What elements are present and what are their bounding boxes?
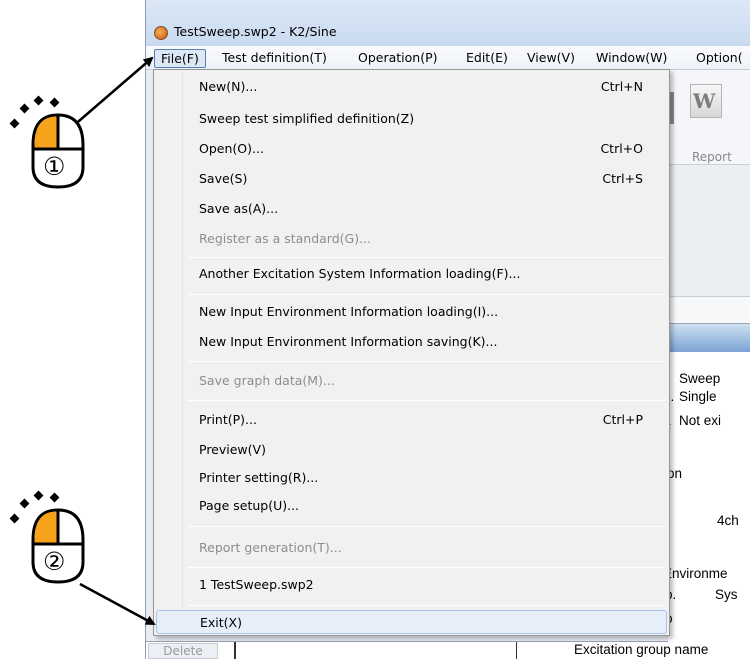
- mouse-left-button: [34, 511, 57, 544]
- step-number-1: ①: [43, 152, 66, 181]
- arrow-to-exit: [79, 582, 156, 626]
- mouse-callout-2: ②: [9, 485, 90, 585]
- step-number-2: ②: [43, 547, 66, 576]
- callout-arrows: [71, 56, 156, 626]
- mouse-left-button: [34, 116, 57, 149]
- mouse-callout-1: ①: [9, 95, 90, 190]
